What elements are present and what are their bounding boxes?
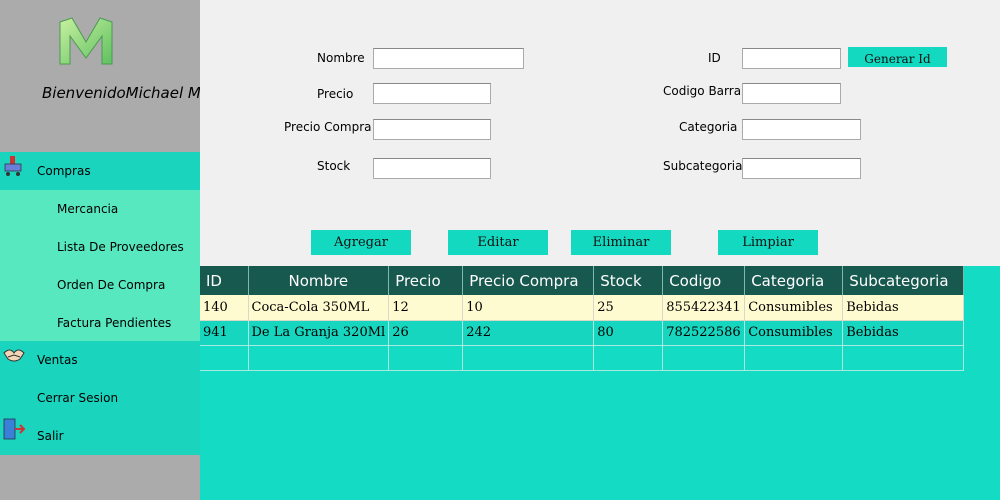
eliminar-button[interactable]: Eliminar bbox=[571, 230, 671, 255]
cell-stock[interactable]: 25 bbox=[593, 295, 664, 321]
precio-compra-label: Precio Compra bbox=[284, 120, 372, 134]
cell-nombre[interactable]: Coca-Cola 350ML bbox=[248, 295, 390, 321]
menu-salir-label: Salir bbox=[37, 429, 64, 443]
subcategoria-input[interactable] bbox=[742, 158, 861, 179]
cell-categoria[interactable]: Consumibles bbox=[744, 320, 844, 346]
cell-empty[interactable] bbox=[462, 345, 595, 371]
stock-label: Stock bbox=[317, 159, 351, 173]
col-header-precio-compra[interactable]: Precio Compra bbox=[462, 266, 595, 295]
menu-proveedores[interactable]: Lista De Proveedores bbox=[0, 228, 200, 266]
menu-mercancia[interactable]: Mercancia bbox=[0, 190, 200, 228]
col-header-precio[interactable]: Precio bbox=[388, 266, 464, 295]
cell-empty[interactable] bbox=[388, 345, 464, 371]
cell-empty[interactable] bbox=[744, 345, 844, 371]
nombre-input[interactable] bbox=[373, 48, 524, 69]
menu-factura-pendientes[interactable]: Factura Pendientes bbox=[0, 304, 200, 342]
cell-subcategoria[interactable]: Bebidas bbox=[842, 295, 965, 321]
menu-ventas-label: Ventas bbox=[37, 353, 78, 367]
stock-input[interactable] bbox=[373, 158, 491, 179]
categoria-input[interactable] bbox=[742, 119, 861, 140]
table-header-row: ID Nombre Precio Precio Compra Stock Cod… bbox=[200, 266, 965, 295]
menu-orden-label: Orden De Compra bbox=[57, 278, 166, 292]
agregar-button[interactable]: Agregar bbox=[311, 230, 411, 255]
menu-ventas[interactable]: Ventas bbox=[0, 341, 200, 379]
precio-compra-input[interactable] bbox=[373, 119, 491, 140]
menu-orden-compra[interactable]: Orden De Compra bbox=[0, 266, 200, 304]
col-header-nombre[interactable]: Nombre bbox=[248, 266, 390, 295]
cell-id[interactable]: 140 bbox=[200, 295, 249, 321]
cell-empty[interactable] bbox=[842, 345, 965, 371]
app-logo bbox=[56, 12, 116, 72]
products-table: ID Nombre Precio Precio Compra Stock Cod… bbox=[200, 266, 965, 371]
codigo-barra-input[interactable] bbox=[742, 83, 841, 104]
col-header-codigo[interactable]: Codigo bbox=[662, 266, 746, 295]
subcategoria-label: Subcategoria bbox=[663, 159, 743, 173]
id-label: ID bbox=[708, 51, 721, 65]
menu-compras-label: Compras bbox=[37, 164, 91, 178]
welcome-text: BienvenidoMichael Mor bbox=[42, 84, 200, 102]
cell-nombre[interactable]: De La Granja 320Ml bbox=[248, 320, 390, 346]
handshake-icon bbox=[2, 343, 26, 367]
table-row[interactable]: 140 Coca-Cola 350ML 12 10 25 855422341 C… bbox=[200, 295, 965, 321]
nombre-label: Nombre bbox=[317, 51, 365, 65]
cell-precio-compra[interactable]: 242 bbox=[462, 320, 595, 346]
limpiar-button[interactable]: Limpiar bbox=[718, 230, 818, 255]
cell-codigo[interactable]: 855422341 bbox=[662, 295, 746, 321]
cell-empty[interactable] bbox=[662, 345, 746, 371]
col-header-categoria[interactable]: Categoria bbox=[744, 266, 844, 295]
id-input[interactable] bbox=[742, 48, 841, 69]
cell-precio[interactable]: 12 bbox=[388, 295, 464, 321]
menu-cerrar-label: Cerrar Sesion bbox=[37, 391, 119, 405]
cell-id[interactable]: 941 bbox=[200, 320, 249, 346]
menu-cerrar-sesion[interactable]: Cerrar Sesion bbox=[0, 379, 200, 417]
cart-icon bbox=[2, 154, 26, 178]
exit-icon bbox=[2, 417, 26, 441]
table-row[interactable]: 941 De La Granja 320Ml 26 242 80 7825225… bbox=[200, 320, 965, 346]
categoria-label: Categoria bbox=[679, 120, 738, 134]
menu-proveedores-label: Lista De Proveedores bbox=[57, 240, 184, 254]
menu-mercancia-label: Mercancia bbox=[57, 202, 119, 216]
cell-codigo[interactable]: 782522586 bbox=[662, 320, 746, 346]
menu-factura-label: Factura Pendientes bbox=[57, 316, 172, 330]
col-header-stock[interactable]: Stock bbox=[593, 266, 664, 295]
menu-compras[interactable]: Compras bbox=[0, 152, 200, 190]
cell-empty[interactable] bbox=[248, 345, 390, 371]
cell-stock[interactable]: 80 bbox=[593, 320, 664, 346]
editar-button[interactable]: Editar bbox=[448, 230, 548, 255]
table-row-empty[interactable] bbox=[200, 345, 965, 371]
cell-empty[interactable] bbox=[593, 345, 664, 371]
col-header-id[interactable]: ID bbox=[200, 266, 249, 295]
precio-label: Precio bbox=[317, 87, 354, 101]
col-header-subcategoria[interactable]: Subcategoria bbox=[842, 266, 965, 295]
generar-id-button[interactable]: Generar Id bbox=[848, 47, 947, 67]
menu-salir[interactable]: Salir bbox=[0, 417, 200, 455]
precio-input[interactable] bbox=[373, 83, 491, 104]
sidebar: BienvenidoMichael Mor Compras Mercancia … bbox=[0, 0, 200, 500]
cell-precio-compra[interactable]: 10 bbox=[462, 295, 595, 321]
cell-subcategoria[interactable]: Bebidas bbox=[842, 320, 965, 346]
cell-empty[interactable] bbox=[200, 345, 249, 371]
cell-categoria[interactable]: Consumibles bbox=[744, 295, 844, 321]
codigo-barra-label: Codigo Barra bbox=[663, 84, 742, 98]
cell-precio[interactable]: 26 bbox=[388, 320, 464, 346]
